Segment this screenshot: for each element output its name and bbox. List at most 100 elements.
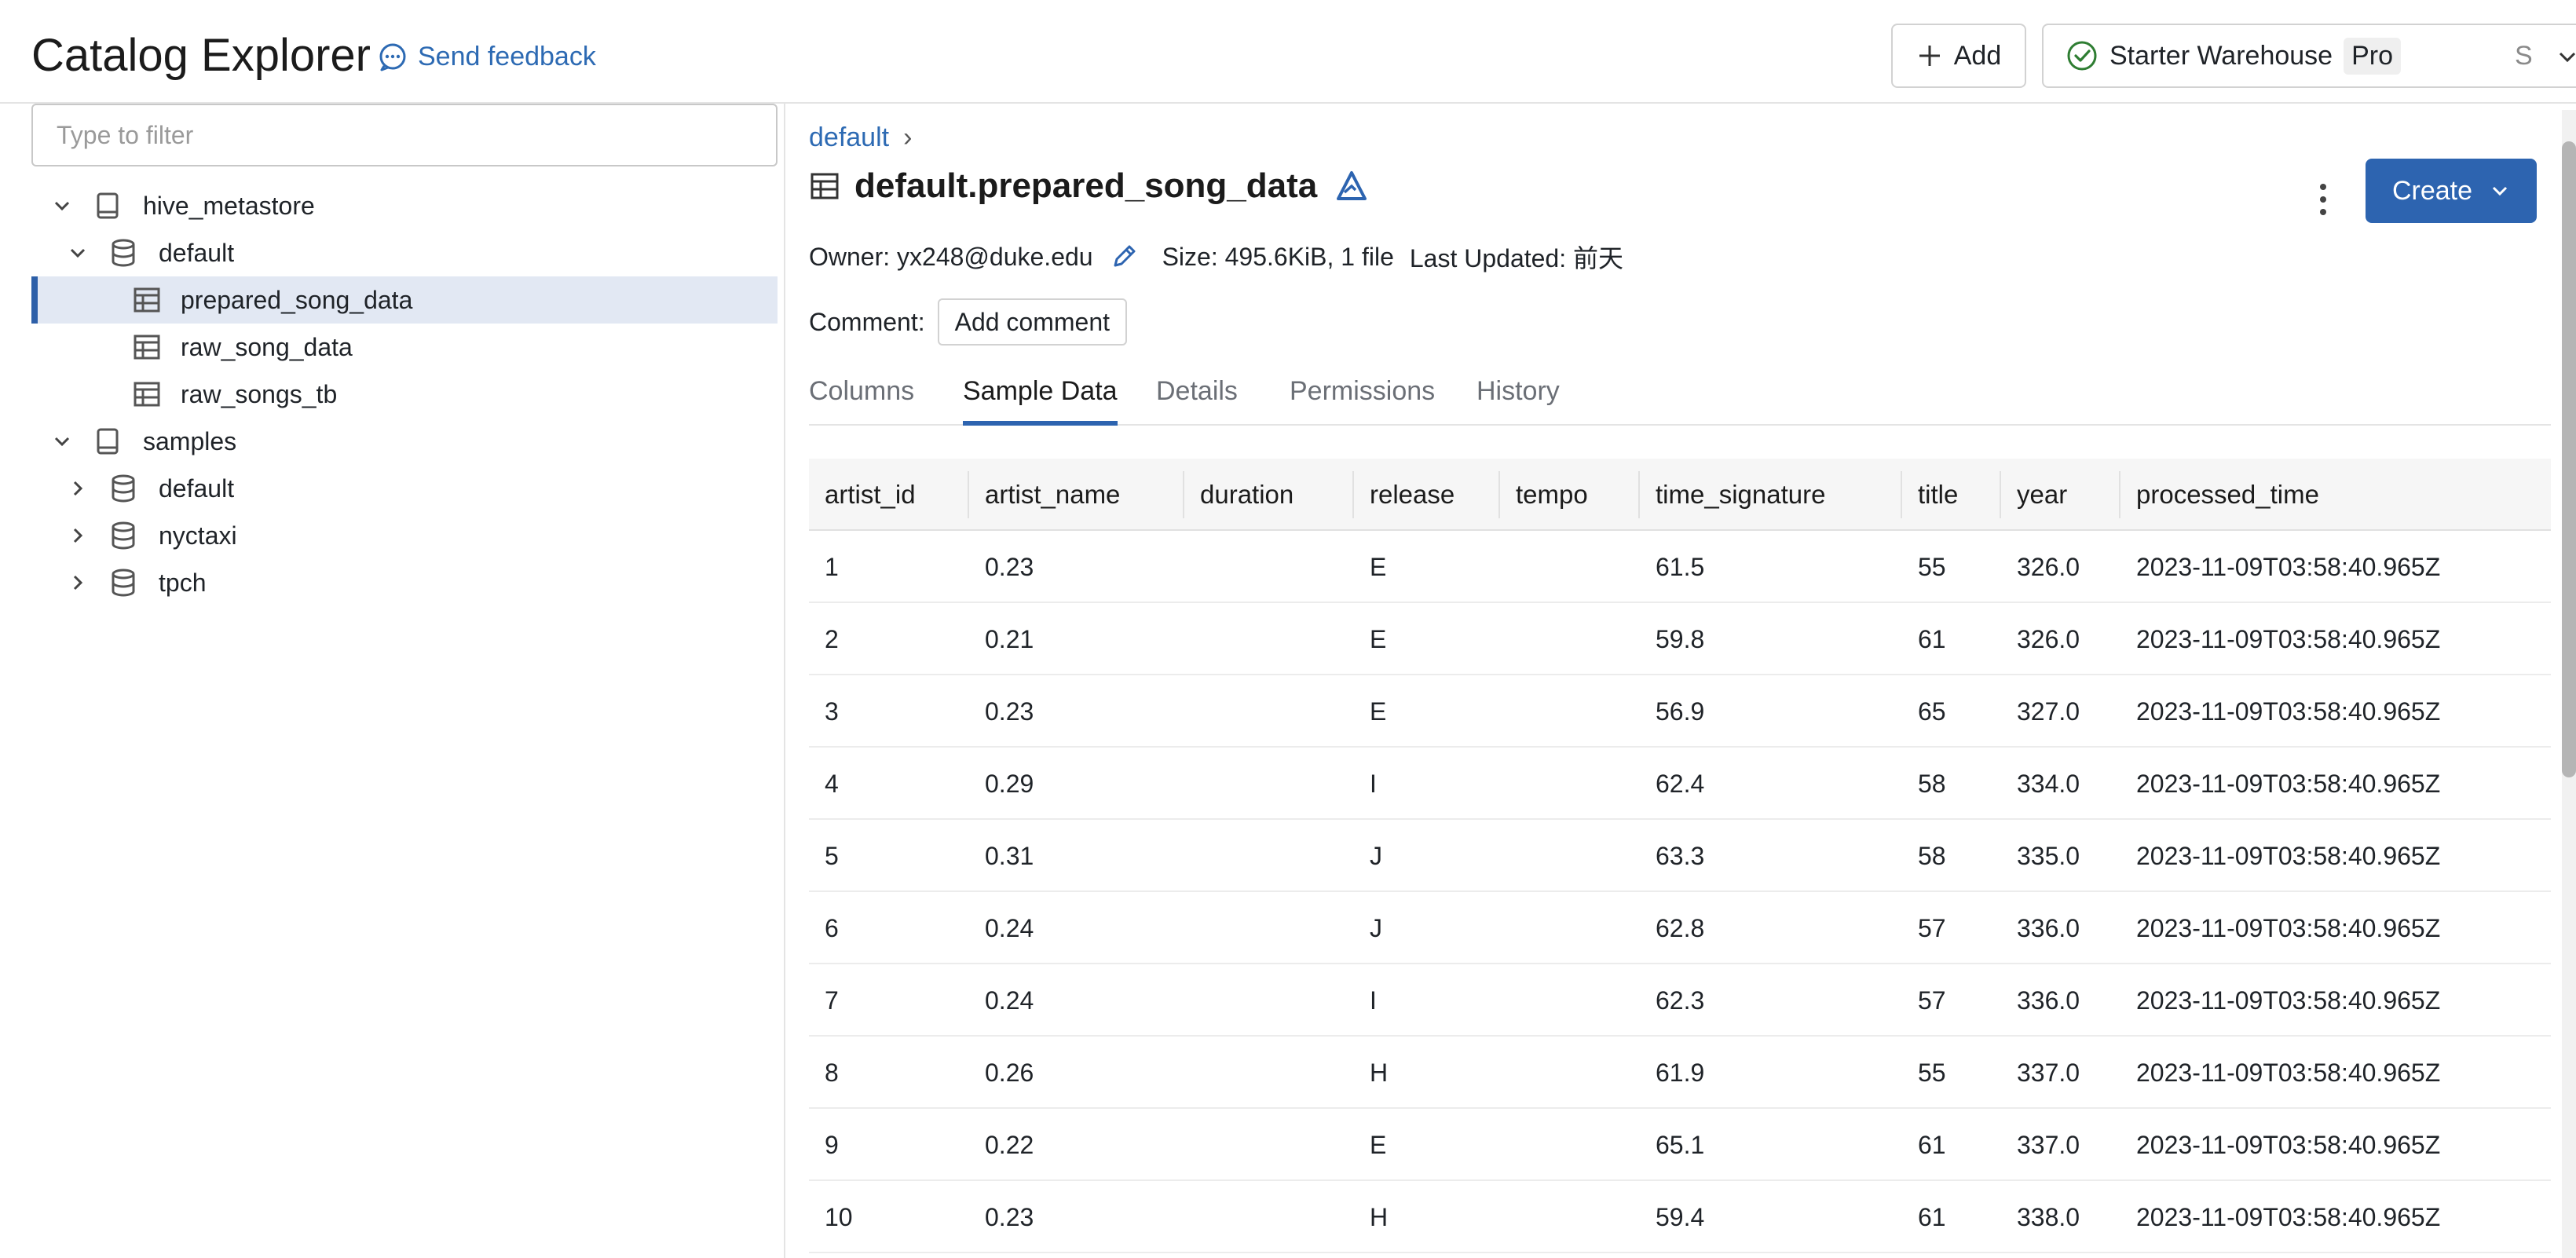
table-cell-time-signature: 62.8 <box>1656 914 1705 942</box>
table-cell-year: 337.0 <box>2017 1131 2080 1159</box>
table-cell-artist-name: 0.24 <box>985 986 1034 1015</box>
table-cell-year: 334.0 <box>2017 770 2080 798</box>
create-button[interactable]: Create <box>2366 159 2537 223</box>
table-cell-artist-id: 9 <box>825 1131 839 1159</box>
table-cell-tempo <box>1500 1037 1640 1109</box>
column-header[interactable]: artist_id <box>809 471 969 518</box>
table-row[interactable]: 7 0.24 I 62.3 57 336.0 2023-11-09T03:58:40.965… <box>809 964 2551 1037</box>
table-cell-artist-name: 0.29 <box>985 770 1034 798</box>
tree-item-tpch[interactable]: tpch <box>31 559 778 606</box>
table-cell-year: 327.0 <box>2017 697 2080 726</box>
table-row[interactable]: 10 0.23 H 59.4 61 338.0 2023-11-09T03:58:40.96… <box>809 1181 2551 1253</box>
check-circle-icon <box>2067 41 2097 71</box>
tree-item-hive-metastore[interactable]: hive_metastore <box>31 182 778 229</box>
table-cell-title: 65 <box>1918 697 1946 726</box>
tree-item-default-schema[interactable]: default <box>31 229 778 276</box>
column-header[interactable]: duration <box>1184 471 1354 518</box>
chevron-right-icon[interactable] <box>66 524 90 547</box>
tree-item-raw-song-data[interactable]: raw_song_data <box>31 324 778 371</box>
delta-icon <box>1337 171 1367 200</box>
tree-item-label: default <box>159 474 235 503</box>
book-icon <box>97 192 119 219</box>
table-row[interactable]: 1 0.23 E 61.5 55 326.0 2023-11-09T03:58:40.965… <box>809 531 2551 603</box>
table-cell-processed-time: 2023-11-09T03:58:40.965Z <box>2136 842 2441 870</box>
column-header[interactable]: processed_time <box>2120 459 2551 531</box>
send-feedback-link[interactable]: Send feedback <box>377 41 596 72</box>
table-icon <box>134 335 160 360</box>
table-row[interactable]: 6 0.24 J 62.8 57 336.0 2023-11-09T03:58:40.965… <box>809 892 2551 964</box>
add-button[interactable]: Add <box>1891 24 2026 88</box>
chevron-down-icon[interactable] <box>66 241 90 265</box>
table-cell-title: 61 <box>1918 625 1946 653</box>
table-name: default.prepared_song_data <box>854 166 1318 205</box>
tree-item-samples[interactable]: samples <box>31 418 778 465</box>
table-cell-artist-name: 0.24 <box>985 914 1034 942</box>
chevron-right-icon[interactable] <box>66 477 90 500</box>
warehouse-name: Starter Warehouse <box>2109 40 2333 71</box>
table-cell-artist-name: 0.22 <box>985 1131 1034 1159</box>
plus-icon <box>1919 46 1940 66</box>
table-metadata: Owner: yx248@duke.edu Size: 495.6KiB, 1 … <box>809 239 1623 275</box>
tree-item-prepared-song-data[interactable]: prepared_song_data <box>31 276 778 324</box>
table-row[interactable]: 5 0.31 J 63.3 58 335.0 2023-11-09T03:58:40.965… <box>809 820 2551 892</box>
tab-columns[interactable]: Columns <box>809 368 914 426</box>
column-header[interactable]: year <box>2001 471 2120 518</box>
table-cell-artist-name: 0.31 <box>985 842 1034 870</box>
table-cell-tempo <box>1500 748 1640 820</box>
table-cell-title: 57 <box>1918 914 1946 942</box>
tab-permissions[interactable]: Permissions <box>1290 368 1435 426</box>
database-icon <box>112 239 135 267</box>
filter-input[interactable] <box>31 104 778 166</box>
table-cell-year: 326.0 <box>2017 625 2080 653</box>
scrollbar-thumb[interactable] <box>2562 141 2576 777</box>
table-cell-time-signature: 63.3 <box>1656 842 1705 870</box>
warehouse-size: S <box>2515 40 2533 71</box>
table-cell-title: 58 <box>1918 770 1946 798</box>
table-row[interactable]: 3 0.23 E 56.9 65 327.0 2023-11-09T03:58:40.965… <box>809 675 2551 748</box>
pencil-icon[interactable] <box>1109 242 1139 272</box>
table-row[interactable]: 2 0.21 E 59.8 61 326.0 2023-11-09T03:58:40.965… <box>809 603 2551 675</box>
kebab-menu-icon[interactable] <box>2307 176 2339 223</box>
table-cell-artist-name: 0.23 <box>985 697 1034 726</box>
send-feedback-label: Send feedback <box>418 41 596 71</box>
table-cell-processed-time: 2023-11-09T03:58:40.965Z <box>2136 986 2441 1015</box>
table-icon <box>134 287 160 313</box>
chevron-down-icon[interactable] <box>50 194 74 218</box>
table-cell-time-signature: 62.3 <box>1656 986 1705 1015</box>
table-row[interactable]: 9 0.22 E 65.1 61 337.0 2023-11-09T03:58:40.965… <box>809 1109 2551 1181</box>
column-header[interactable]: title <box>1902 471 2001 518</box>
table-cell-tempo <box>1500 820 1640 892</box>
table-cell-duration <box>1184 531 1354 603</box>
add-comment-button[interactable]: Add comment <box>937 298 1128 346</box>
tree-item-raw-songs-tb[interactable]: raw_songs_tb <box>31 371 778 418</box>
comment-row: Comment: Add comment <box>809 298 1128 346</box>
column-header[interactable]: tempo <box>1500 471 1640 518</box>
table-cell-time-signature: 65.1 <box>1656 1131 1705 1159</box>
tree-item-nyctaxi[interactable]: nyctaxi <box>31 512 778 559</box>
comment-label: Comment: <box>809 307 925 336</box>
warehouse-selector[interactable]: Starter Warehouse Pro S <box>2042 24 2576 88</box>
column-header[interactable]: time_signature <box>1640 471 1902 518</box>
tab-details[interactable]: Details <box>1156 368 1238 426</box>
tab-history[interactable]: History <box>1476 368 1560 426</box>
create-button-label: Create <box>2391 175 2473 206</box>
column-header[interactable]: release <box>1354 471 1500 518</box>
table-cell-tempo <box>1500 603 1640 675</box>
table-cell-year: 336.0 <box>2017 986 2080 1015</box>
table-cell-duration <box>1184 603 1354 675</box>
table-row[interactable]: 8 0.26 H 61.9 55 337.0 2023-11-09T03:58:40.965… <box>809 1037 2551 1109</box>
table-row[interactable]: 4 0.29 I 62.4 58 334.0 2023-11-09T03:58:40.965… <box>809 748 2551 820</box>
breadcrumb-link-default[interactable]: default <box>809 123 889 153</box>
tab-sample-data[interactable]: Sample Data <box>963 368 1118 426</box>
chevron-right-icon[interactable] <box>66 571 90 594</box>
tree-item-samples-default[interactable]: default <box>31 465 778 512</box>
chevron-down-icon[interactable] <box>50 430 74 453</box>
table-cell-artist-name: 0.23 <box>985 553 1034 581</box>
table-cell-time-signature: 62.4 <box>1656 770 1705 798</box>
tree-item-label: samples <box>143 426 237 455</box>
table-cell-release: E <box>1370 1131 1387 1159</box>
table-cell-title: 55 <box>1918 1059 1946 1087</box>
table-body: 1 0.23 E 61.5 55 326.0 2023-11-09T03:58:40.965… <box>809 531 2551 1253</box>
table-cell-duration <box>1184 892 1354 964</box>
column-header[interactable]: artist_name <box>969 471 1184 518</box>
